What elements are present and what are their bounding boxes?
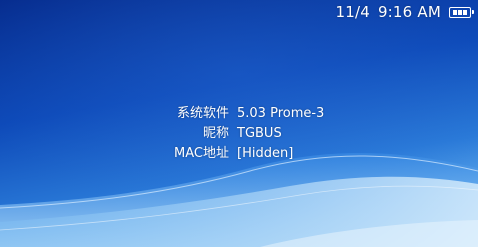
time-label: 9:16 AM: [377, 3, 441, 21]
info-row-system-software: 系统软件 5.03 Prome-3: [150, 104, 390, 124]
info-row-nickname: 昵称 TGBUS: [150, 124, 390, 144]
mac-address-value: [Hidden]: [237, 146, 294, 161]
status-bar: 11/4 9:16 AM: [335, 3, 474, 21]
system-software-value: 5.03 Prome-3: [237, 106, 325, 121]
nickname-value: TGBUS: [237, 126, 282, 141]
battery-full-icon: [449, 6, 474, 18]
info-row-mac-address: MAC地址 [Hidden]: [150, 144, 390, 164]
nickname-label: 昵称: [202, 126, 229, 141]
battery-cell: [453, 9, 457, 15]
mac-address-label: MAC地址: [174, 146, 229, 161]
battery-cell: [458, 9, 462, 15]
battery-cell: [463, 9, 467, 15]
system-info-panel: 系统软件 5.03 Prome-3 昵称 TGBUS MAC地址 [Hidden…: [150, 104, 390, 164]
psp-xmb-screen: 11/4 9:16 AM 系统软件 5.03 Prome-3 昵称 TGBUS …: [0, 0, 478, 247]
system-software-label: 系统软件: [176, 106, 229, 121]
date-label: 11/4: [335, 3, 370, 21]
